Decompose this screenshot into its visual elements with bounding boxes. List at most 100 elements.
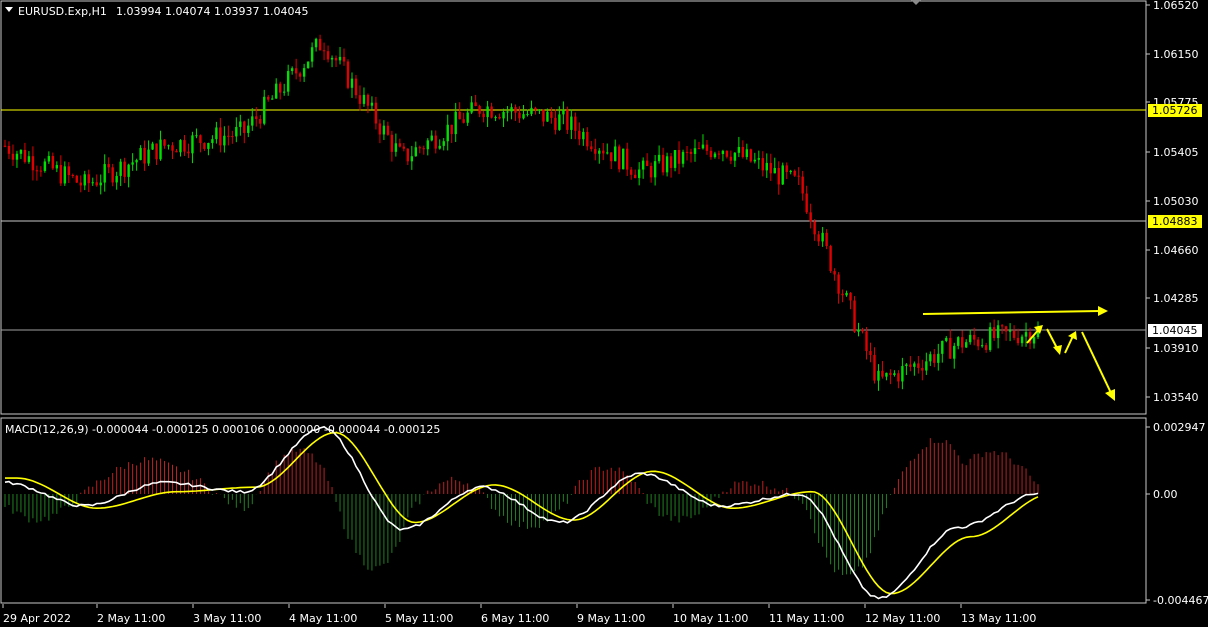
candle: [933, 349, 936, 368]
candle: [43, 158, 47, 173]
candle: [422, 145, 425, 155]
candle: [897, 370, 900, 389]
collapse-triangle-icon[interactable]: [5, 7, 13, 12]
macd-label: MACD(12,26,9) -0.000044 -0.000125 0.0001…: [5, 423, 440, 436]
candle: [147, 140, 150, 166]
candle: [47, 151, 51, 164]
candle: [518, 106, 521, 123]
candle: [1032, 335, 1036, 349]
candle: [63, 161, 67, 186]
macd-tick: -0.004467: [1146, 594, 1208, 607]
price-tick: 1.06520: [1146, 0, 1199, 12]
candle: [103, 154, 106, 192]
candle: [534, 106, 537, 115]
ohlc-values: 1.03994 1.04074 1.03937 1.04045: [116, 5, 308, 18]
candle: [969, 329, 972, 345]
candle: [633, 169, 637, 179]
candle: [502, 108, 505, 128]
candle: [709, 147, 713, 160]
candle: [358, 85, 362, 111]
macd-signal-line: [5, 431, 1039, 595]
candle: [290, 66, 294, 75]
candle: [996, 320, 1000, 349]
candle: [111, 163, 114, 187]
candle: [741, 140, 745, 159]
candle: [302, 63, 306, 83]
price-tick: 1.05405: [1146, 146, 1199, 159]
candle: [980, 338, 984, 348]
candle: [777, 161, 780, 195]
candle: [869, 342, 872, 363]
svg-text:11 May 11:00: 11 May 11:00: [769, 612, 844, 625]
candle: [346, 59, 350, 90]
time-tick: 13 May 11:00: [960, 604, 1036, 625]
candle: [167, 144, 170, 150]
candle: [378, 119, 382, 144]
svg-text:29 Apr 2022: 29 Apr 2022: [3, 612, 71, 625]
candle: [231, 130, 234, 144]
price-panel-frame: [0, 0, 1147, 415]
candle: [370, 96, 374, 110]
time-tick: 6 May 11:00: [480, 604, 549, 625]
time-tick: 12 May 11:00: [864, 604, 940, 625]
candle: [223, 126, 226, 153]
candle: [665, 152, 669, 177]
candle: [326, 45, 330, 63]
trendline-arrowhead-icon: [1098, 306, 1108, 316]
zigzag-arrowhead-2-icon: [1053, 345, 1062, 355]
candle: [562, 101, 565, 125]
candle: [554, 109, 557, 135]
candle: [131, 153, 134, 171]
candle: [19, 149, 23, 160]
candle: [15, 150, 19, 168]
candle: [87, 169, 90, 193]
candle: [298, 71, 302, 82]
candle: [482, 111, 485, 123]
candle: [330, 55, 334, 68]
candle: [183, 135, 186, 156]
candle: [155, 143, 158, 165]
candle: [354, 74, 358, 99]
price-tick: 1.05030: [1146, 195, 1199, 208]
svg-text:1.05030: 1.05030: [1153, 195, 1199, 208]
candle: [362, 87, 366, 107]
candle: [570, 109, 573, 140]
candle: [454, 102, 457, 142]
candle: [853, 296, 856, 334]
candle: [941, 340, 944, 363]
candle: [151, 141, 154, 150]
candle: [314, 37, 318, 52]
candle: [474, 94, 477, 107]
candle: [685, 145, 689, 161]
candle: [649, 162, 653, 183]
candle: [785, 162, 788, 180]
candle: [809, 203, 812, 229]
candle: [267, 95, 270, 102]
candle: [602, 142, 605, 161]
candle: [757, 150, 761, 169]
price-tick: 1.04660: [1146, 244, 1199, 257]
candle: [1024, 322, 1028, 347]
candle: [821, 227, 824, 247]
candle: [23, 142, 27, 164]
candle: [494, 115, 497, 122]
candle: [781, 162, 784, 186]
candle: [514, 104, 517, 121]
candle: [199, 134, 202, 153]
candle: [681, 149, 685, 168]
candle: [386, 121, 390, 136]
svg-text:1.04045: 1.04045: [1152, 324, 1198, 337]
scroll-marker-icon[interactable]: [911, 0, 921, 5]
candle: [510, 103, 513, 120]
trendline-arrow[interactable]: [922, 310, 1101, 315]
candle: [79, 175, 82, 193]
candle: [905, 363, 908, 376]
candle: [203, 142, 206, 151]
candle: [737, 136, 741, 158]
candle: [263, 89, 266, 126]
candle: [75, 174, 78, 184]
candle: [239, 114, 242, 136]
candle: [406, 148, 410, 166]
candle: [629, 166, 633, 180]
candle: [275, 78, 278, 99]
